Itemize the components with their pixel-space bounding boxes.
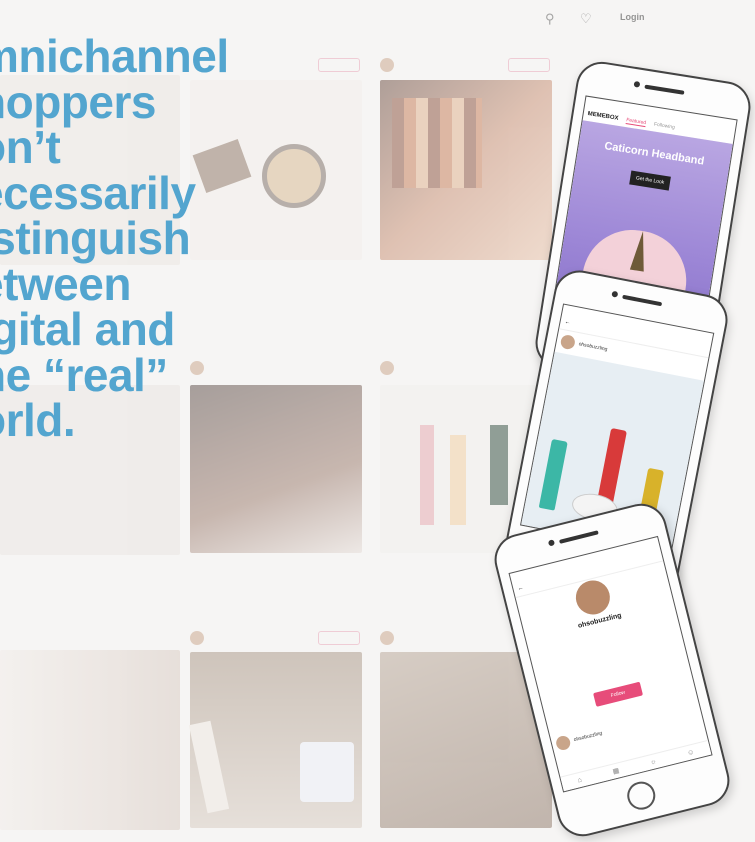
product-tube xyxy=(420,425,434,525)
avatar[interactable] xyxy=(554,734,572,752)
feed-card-image[interactable] xyxy=(188,652,362,828)
speaker-grille xyxy=(622,294,663,307)
avatar xyxy=(190,631,204,645)
feed-card-header xyxy=(380,52,550,78)
avatar xyxy=(380,631,394,645)
back-arrow-icon[interactable]: ← xyxy=(564,319,571,326)
tab-featured[interactable]: Featured xyxy=(625,116,647,127)
promo-title: Caticorn Headband xyxy=(603,140,706,168)
feed-card-image[interactable] xyxy=(380,80,552,260)
home-button[interactable] xyxy=(624,778,659,813)
avatar xyxy=(380,58,394,72)
headline: mnichannel hoppers on’t ecessarily istin… xyxy=(0,30,229,446)
product-tube xyxy=(188,720,230,814)
camera-icon xyxy=(611,290,619,298)
post-username[interactable]: ohsobuzzling xyxy=(573,730,603,743)
avatar xyxy=(380,361,394,375)
login-link[interactable]: Login xyxy=(620,12,645,22)
profile-tab-icon[interactable]: ☺ xyxy=(686,748,695,757)
back-arrow-icon[interactable]: ← xyxy=(517,585,524,592)
home-tab-icon[interactable]: ⌂ xyxy=(577,776,583,784)
speaker-grille xyxy=(644,84,685,95)
eyeshadow-palette xyxy=(392,98,482,188)
follow-button[interactable]: Follow xyxy=(593,681,644,707)
product-box xyxy=(300,742,354,802)
speaker-grille xyxy=(558,530,599,544)
tab-following[interactable]: Following xyxy=(653,122,675,131)
camera-icon xyxy=(633,80,641,88)
app-logo: MEMEBOX xyxy=(587,111,619,122)
search-icon[interactable]: ⚲ xyxy=(545,11,555,27)
profile-bio xyxy=(547,634,667,664)
profile-avatar xyxy=(572,576,614,619)
alerts-tab-icon[interactable]: ☼ xyxy=(649,758,657,766)
browse-tab-icon[interactable]: ▦ xyxy=(612,766,620,775)
avatar[interactable] xyxy=(559,333,577,351)
get-the-look-button[interactable]: Get the Look xyxy=(629,170,671,191)
heart-icon[interactable]: ♡ xyxy=(580,11,592,27)
teal-bottle xyxy=(538,438,568,511)
follow-button[interactable] xyxy=(318,631,360,645)
camera-icon xyxy=(547,539,556,547)
follow-button[interactable] xyxy=(318,58,360,72)
feed-card-header xyxy=(380,355,550,381)
feed-card-image[interactable] xyxy=(0,650,180,830)
post-username[interactable]: ohsobuzzling xyxy=(578,341,608,352)
post-header: ohsobuzzling xyxy=(550,722,609,757)
follow-button[interactable] xyxy=(508,58,550,72)
product-tube xyxy=(490,425,508,505)
feed-card-header xyxy=(190,625,360,651)
product-tube xyxy=(450,435,466,525)
